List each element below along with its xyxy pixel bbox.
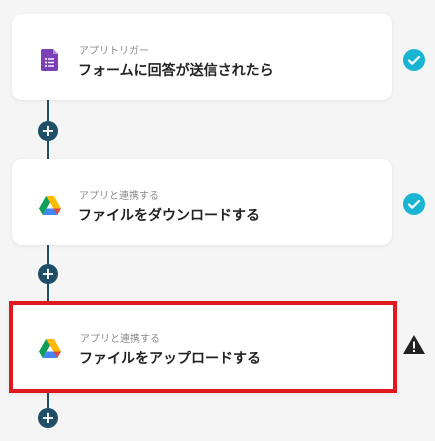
flow-step-card[interactable]: アプリトリガー フォームに回答が送信されたら <box>12 14 392 100</box>
flow-step-card[interactable]: アプリと連携する ファイルをアップロードする <box>9 301 397 393</box>
google-drive-icon <box>39 339 61 358</box>
add-step-button[interactable]: + <box>38 264 58 284</box>
step-title: ファイルをアップロードする <box>79 351 261 367</box>
add-step-button[interactable]: + <box>38 121 58 141</box>
check-circle-icon <box>403 49 425 71</box>
check-circle-icon <box>403 193 425 215</box>
step-subtitle: アプリと連携する <box>80 334 160 345</box>
flow-canvas: アプリトリガー フォームに回答が送信されたら + アプリと連携する ファイルをダ… <box>0 0 435 441</box>
flow-step-card[interactable]: アプリと連携する ファイルをダウンロードする <box>12 159 392 245</box>
step-subtitle: アプリトリガー <box>79 46 149 57</box>
step-title: ファイルをダウンロードする <box>78 208 260 224</box>
warning-icon <box>403 335 425 354</box>
add-step-button[interactable]: + <box>38 408 58 428</box>
google-forms-icon <box>41 49 58 71</box>
step-title: フォームに回答が送信されたら <box>78 63 274 79</box>
google-drive-icon <box>39 196 61 215</box>
step-subtitle: アプリと連携する <box>79 191 159 202</box>
